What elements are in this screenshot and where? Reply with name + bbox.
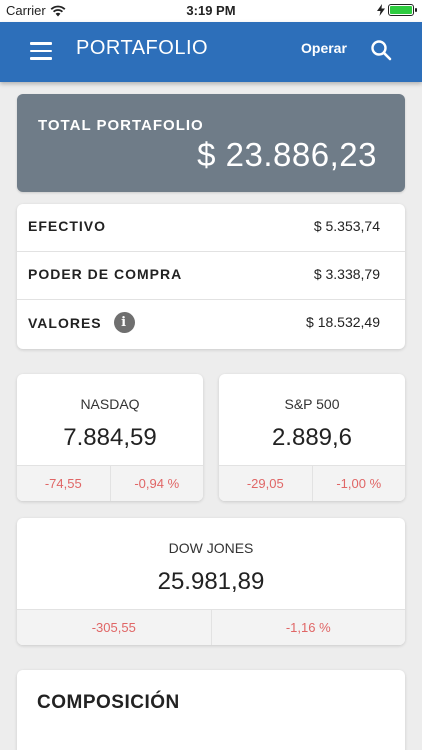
index-change-percent: -1,16 % xyxy=(210,610,406,645)
balance-label: PODER DE COMPRA xyxy=(28,266,183,282)
balance-row-poder-de-compra: PODER DE COMPRA $ 3.338,79 xyxy=(17,252,405,300)
balance-label-group: VALORES i xyxy=(28,312,135,333)
info-icon[interactable]: i xyxy=(113,312,135,333)
index-value: 2.889,6 xyxy=(271,424,353,451)
balance-value: $ 5.353,74 xyxy=(313,218,380,234)
balances-card: EFECTIVO $ 5.353,74 PODER DE COMPRA $ 3.… xyxy=(17,204,405,349)
page-title: PORTAFOLIO xyxy=(76,37,209,59)
app-bar: PORTAFOLIO Operar xyxy=(0,22,422,82)
index-change-row: -305,55 -1,16 % xyxy=(17,609,405,645)
index-value: 7.884,59 xyxy=(63,424,157,451)
charging-icon xyxy=(377,4,385,16)
balance-row-efectivo: EFECTIVO $ 5.353,74 xyxy=(17,204,405,252)
balance-row-valores: VALORES i $ 18.532,49 xyxy=(17,300,405,349)
index-change: -305,55 xyxy=(91,620,136,635)
index-card-nasdaq[interactable]: NASDAQ 7.884,59 -74,55 -0,94 % xyxy=(17,374,203,501)
index-change: -74,55 xyxy=(44,476,82,491)
index-change-row: -29,05 -1,00 % xyxy=(219,465,405,501)
total-value: $ 23.886,23 xyxy=(197,136,377,173)
index-change-percent: -1,00 % xyxy=(311,466,406,501)
balance-value: $ 18.532,49 xyxy=(306,314,380,330)
index-card-sp500[interactable]: S&P 500 2.889,6 -29,05 -1,00 % xyxy=(219,374,405,501)
battery-icon xyxy=(388,4,417,16)
status-bar: Carrier 3:19 PM xyxy=(0,0,422,22)
index-name: S&P 500 xyxy=(284,396,340,412)
hamburger-menu-icon[interactable] xyxy=(30,42,52,60)
index-change: -29,05 xyxy=(246,476,284,491)
total-label: TOTAL PORTAFOLIO xyxy=(38,117,204,134)
balance-value: $ 3.338,79 xyxy=(313,266,380,282)
operar-button[interactable]: Operar xyxy=(301,40,347,56)
balance-label: VALORES xyxy=(28,314,102,331)
composition-title: COMPOSICIÓN xyxy=(37,692,180,713)
index-change-percent: -0,94 % xyxy=(109,466,204,501)
battery-level xyxy=(390,6,412,14)
search-icon[interactable] xyxy=(370,39,392,61)
status-time: 3:19 PM xyxy=(186,3,236,18)
index-value: 25.981,89 xyxy=(157,568,265,595)
index-card-dow-jones[interactable]: DOW JONES 25.981,89 -305,55 -1,16 % xyxy=(17,518,405,645)
balance-label: EFECTIVO xyxy=(28,218,107,234)
index-name: DOW JONES xyxy=(168,540,254,556)
composition-card: COMPOSICIÓN xyxy=(17,670,405,750)
total-portfolio-card: TOTAL PORTAFOLIO $ 23.886,23 xyxy=(17,94,405,192)
index-change-row: -74,55 -0,94 % xyxy=(17,465,203,501)
index-name: NASDAQ xyxy=(80,396,140,412)
